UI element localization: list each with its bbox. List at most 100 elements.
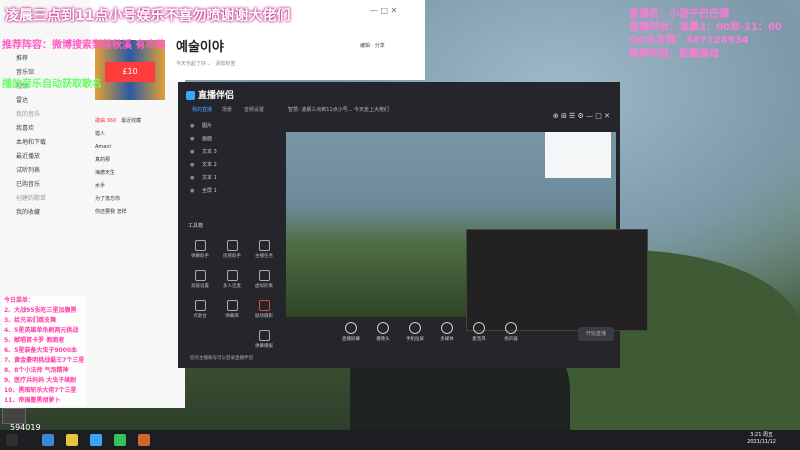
stream-app-title: 直播伴侣 xyxy=(186,88,234,101)
bottom-toolbar: 直播屏幕 摄像头 手机投屏 多媒体 麦克风 扬声器 xyxy=(338,322,618,352)
room-title: 智慧: 凌晨三点到11点小号... 今天走上大佬们 xyxy=(288,107,389,113)
song-row[interactable]: 猎人 xyxy=(95,128,185,141)
screen-capture-button[interactable]: 直播屏幕 xyxy=(338,322,364,342)
scene-item[interactable]: 全屏 1 xyxy=(186,185,276,198)
tool-icon xyxy=(226,240,238,251)
tab-scene[interactable]: 场景 xyxy=(222,106,232,113)
nav-item[interactable]: 最近播放 xyxy=(0,150,90,164)
menu-item: 9、医疗兵妈妈 大虫子续耐 xyxy=(2,376,87,386)
taskbar-clock[interactable]: 3:21 周五 2021/11/12 xyxy=(747,432,776,446)
scene-item[interactable]: 文本 3 xyxy=(186,146,276,159)
top-icons[interactable]: ⊕ ⊞ ☰ ⚙ — □ ✕ xyxy=(553,112,610,120)
menu-title: 今日菜单： xyxy=(2,296,87,306)
menu-item: 7、黄金豪明挑战最王7个三星 xyxy=(2,356,87,366)
tool-button[interactable]: 弹幕库 xyxy=(218,300,246,319)
scene-item[interactable]: 文本 2 xyxy=(186,159,276,172)
menu-item: 6、5星装备大虫子9000血 xyxy=(2,346,87,356)
app-logo-icon xyxy=(186,91,195,100)
music-window-controls[interactable]: — □ ✕ xyxy=(370,6,397,15)
folder-icon[interactable] xyxy=(66,434,78,446)
tool-icon xyxy=(194,300,206,311)
qq-group-overlay: QQ水友群：567128934 xyxy=(629,35,749,46)
clock-date: 2021/11/12 xyxy=(747,439,776,445)
music-tip-overlay: 播放音乐自动获取歌名 xyxy=(2,79,102,90)
tool-button[interactable]: 多人连麦 xyxy=(218,270,246,289)
clock-time: 3:21 周五 xyxy=(750,432,773,438)
music-app-icon[interactable] xyxy=(114,434,126,446)
edit-button[interactable]: 编辑 · 分享 xyxy=(360,42,385,49)
song-row[interactable]: Amani xyxy=(95,141,185,154)
song-row[interactable]: 海德天生 xyxy=(95,167,185,180)
nav-section: 创建的歌单 xyxy=(16,195,47,202)
menu-item: 3、给兄弟们跳支舞 xyxy=(2,316,87,326)
tab-audio[interactable]: 音频设置 xyxy=(244,106,264,113)
tab-live[interactable]: 我的直播 xyxy=(192,106,212,113)
toolbox-label: 工具箱 xyxy=(188,223,204,229)
tool-button[interactable]: 点歌台 xyxy=(186,300,214,319)
login-tip[interactable]: 您的主播账号可以登录直播伴侣 xyxy=(190,355,253,361)
tool-button[interactable]: 剧场摄影 xyxy=(250,300,278,319)
song-row[interactable]: 真的那 xyxy=(95,154,185,167)
game-app-icon[interactable] xyxy=(138,434,150,446)
artist-name: 예술이야 xyxy=(176,40,224,55)
tool-button[interactable]: 虚拟形象 xyxy=(250,270,278,289)
stream-app-window: 直播伴侣 我的直播 场景 音频设置 智慧: 凌晨三点到11点小号... 今天走上… xyxy=(178,82,648,368)
tool-icon xyxy=(226,300,238,311)
nav-item[interactable]: 我的收藏 xyxy=(0,206,90,220)
screen-icon xyxy=(345,322,357,334)
artist-subline: 今天也起了好... · 添加标签 xyxy=(176,61,236,67)
media-button[interactable]: 多媒体 xyxy=(434,322,460,342)
recommend-right-overlay: 推荐阵容：卸载游戏 xyxy=(629,49,719,60)
song-row[interactable]: 你还要我 怎样 xyxy=(95,206,185,219)
nav-item[interactable]: 雷达 xyxy=(0,94,90,108)
nav-item[interactable]: 我喜欢 xyxy=(0,122,90,136)
recommend-overlay: 推荐阵容：微博搜索梨落秋溪 有攻略 xyxy=(2,40,166,51)
tool-button[interactable]: 主播任务 xyxy=(250,240,278,259)
speaker-icon xyxy=(505,322,517,334)
scene-item[interactable]: 图片 xyxy=(186,120,276,133)
stream-app-icon[interactable] xyxy=(90,434,102,446)
menu-item: 8、8个小法师 气泡精神 xyxy=(2,366,87,376)
camera-icon xyxy=(377,322,389,334)
speaker-button[interactable]: 扬声器 xyxy=(498,322,524,342)
nested-preview xyxy=(466,229,648,331)
camera-button[interactable]: 摄像头 xyxy=(370,322,396,342)
menu-item: 11、帝国撒黑胡萝卜 xyxy=(2,396,87,406)
tool-icon xyxy=(258,330,270,341)
taskbar-app-icon[interactable] xyxy=(42,434,54,446)
nav-item[interactable]: 试听列表 xyxy=(0,164,90,178)
menu-item: 10、黑暗斩杀大佬7个三星 xyxy=(2,386,87,396)
start-icon[interactable] xyxy=(6,434,18,446)
scene-item[interactable]: 文本 1 xyxy=(186,172,276,185)
taskbar: 3:21 周五 2021/11/12 xyxy=(0,430,800,450)
phone-cast-button[interactable]: 手机投屏 xyxy=(402,322,428,342)
counter-box xyxy=(2,408,26,424)
mic-icon xyxy=(473,322,485,334)
tool-icon xyxy=(194,270,206,281)
scene-list: 图片 画面 文本 3 文本 2 文本 1 全屏 1 xyxy=(186,120,276,198)
menu-item: 5、献唱首卡罗 假面者 xyxy=(2,336,87,346)
song-tabs[interactable]: 歌曲 360 最近收藏 xyxy=(95,115,185,128)
song-row[interactable]: 为了逢忘你 xyxy=(95,193,185,206)
mini-overlay-panel xyxy=(545,132,611,178)
mic-button[interactable]: 麦克风 xyxy=(466,322,492,342)
tool-button[interactable]: 弹幕播报 xyxy=(250,330,278,349)
stream-title-overlay: 凌晨三点到11点小号娱乐不喜勿喷谢谢大佬们 xyxy=(5,8,291,24)
song-list: 歌曲 360 最近收藏 猎人 Amani 真的那 海德天生 水手 为了逢忘你 你… xyxy=(95,115,185,219)
share-label[interactable]: 分享 xyxy=(375,43,385,49)
tool-button[interactable]: 弹幕助手 xyxy=(186,240,214,259)
tool-icon xyxy=(258,270,270,281)
start-live-button[interactable]: 开始直播 xyxy=(578,327,614,341)
nav-item[interactable]: 推荐 xyxy=(0,52,90,66)
tool-icon xyxy=(194,240,206,251)
nav-section: 我的音乐 xyxy=(16,111,41,118)
scene-item[interactable]: 画面 xyxy=(186,133,276,146)
tool-button[interactable]: 房管助手 xyxy=(218,240,246,259)
song-row[interactable]: 水手 xyxy=(95,180,185,193)
tool-button[interactable]: 高级设置 xyxy=(186,270,214,289)
media-icon xyxy=(441,322,453,334)
album-label: £10 xyxy=(105,62,155,82)
nav-item[interactable]: 本地和下载 xyxy=(0,136,90,150)
menu-item: 4、5星英雄单杀刷两元挑战 xyxy=(2,326,87,336)
nav-item[interactable]: 已购音乐 xyxy=(0,178,90,192)
